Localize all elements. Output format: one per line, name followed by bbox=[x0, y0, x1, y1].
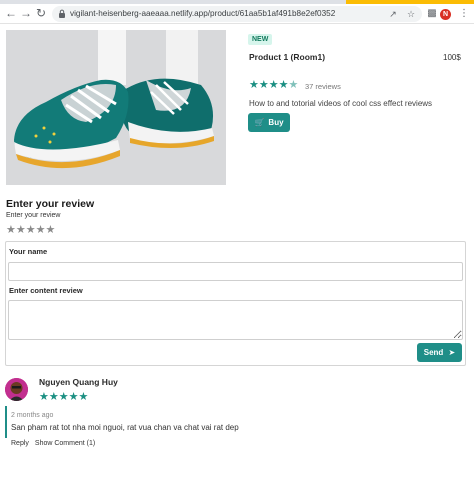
content-label: Enter content review bbox=[9, 286, 83, 295]
star-empty-icon[interactable]: ★ bbox=[46, 225, 56, 236]
lock-icon bbox=[59, 9, 65, 18]
cart-icon: 🛒 bbox=[254, 118, 265, 127]
reply-link[interactable]: Reply bbox=[11, 440, 29, 447]
comment-body bbox=[5, 406, 205, 438]
star-filled-icon: ★ bbox=[58, 391, 69, 403]
review-rating-input[interactable]: ★ ★ ★ ★ ★ bbox=[6, 225, 55, 236]
browser-toolbar: ← → ↻ vigilant-heisenberg-aaeaaa.netlify… bbox=[0, 4, 474, 24]
comment-text: San pham rat tot nha moi nguoi, rat vua … bbox=[11, 423, 239, 432]
star-empty-icon[interactable]: ★ bbox=[26, 225, 36, 236]
bookmark-star-icon[interactable]: ☆ bbox=[406, 9, 416, 19]
review-subheading: Enter your review bbox=[6, 212, 61, 219]
star-empty-icon[interactable]: ★ bbox=[6, 225, 16, 236]
product-price: 100$ bbox=[443, 53, 461, 62]
extensions-puzzle-icon[interactable]: ▩ bbox=[426, 8, 438, 20]
name-label: Your name bbox=[9, 247, 48, 256]
send-label: Send bbox=[423, 348, 444, 357]
star-filled-icon: ★ bbox=[78, 391, 89, 403]
product-description: How to and totorial videos of cool css e… bbox=[249, 99, 433, 108]
star-filled-icon: ★ bbox=[268, 79, 279, 91]
commenter-name: Nguyen Quang Huy bbox=[39, 377, 118, 387]
share-icon[interactable]: ↗ bbox=[388, 9, 398, 19]
star-empty-icon[interactable]: ★ bbox=[16, 225, 26, 236]
reload-icon[interactable]: ↻ bbox=[34, 6, 48, 20]
avatar-image bbox=[5, 378, 28, 401]
url-text: vigilant-heisenberg-aaeaaa.netlify.app/p… bbox=[70, 9, 336, 18]
content-review-textarea[interactable] bbox=[8, 300, 463, 340]
show-comment-link[interactable]: Show Comment (1) bbox=[35, 440, 95, 447]
star-filled-icon: ★ bbox=[258, 79, 269, 91]
product-image bbox=[6, 30, 226, 185]
star-filled-icon: ★ bbox=[48, 391, 59, 403]
star-empty-icon[interactable]: ★ bbox=[36, 225, 46, 236]
address-bar[interactable]: vigilant-heisenberg-aaeaaa.netlify.app/p… bbox=[52, 6, 422, 22]
comment-actions: Reply Show Comment (1) bbox=[11, 440, 95, 447]
commenter-avatar bbox=[5, 378, 28, 401]
send-button[interactable]: Send ➤ bbox=[417, 343, 462, 362]
comment-rating-stars: ★ ★ ★ ★ ★ bbox=[39, 392, 88, 403]
forward-arrow-icon[interactable]: → bbox=[19, 6, 33, 20]
star-filled-icon: ★ bbox=[68, 391, 79, 403]
buy-label: Buy bbox=[268, 118, 284, 127]
back-arrow-icon[interactable]: ← bbox=[4, 6, 18, 20]
review-heading: Enter your review bbox=[6, 198, 95, 210]
comment-time: 2 months ago bbox=[11, 412, 54, 419]
star-filled-icon: ★ bbox=[39, 391, 49, 403]
profile-avatar[interactable]: N bbox=[440, 9, 451, 20]
new-badge: NEW bbox=[248, 34, 273, 45]
star-half-icon: ★ bbox=[288, 79, 299, 91]
product-rating-stars: ★ ★ ★ ★ ★ bbox=[249, 80, 298, 91]
sneaker-image bbox=[6, 30, 226, 185]
reviews-count: 37 reviews bbox=[305, 82, 341, 91]
star-filled-icon: ★ bbox=[278, 79, 289, 91]
send-arrow-icon: ➤ bbox=[448, 348, 456, 357]
name-input[interactable] bbox=[8, 262, 463, 281]
star-filled-icon: ★ bbox=[249, 79, 259, 91]
product-title: Product 1 (Room1) bbox=[249, 52, 326, 62]
buy-button[interactable]: 🛒 Buy bbox=[248, 113, 290, 132]
more-menu-icon[interactable]: ⋮ bbox=[458, 8, 470, 20]
